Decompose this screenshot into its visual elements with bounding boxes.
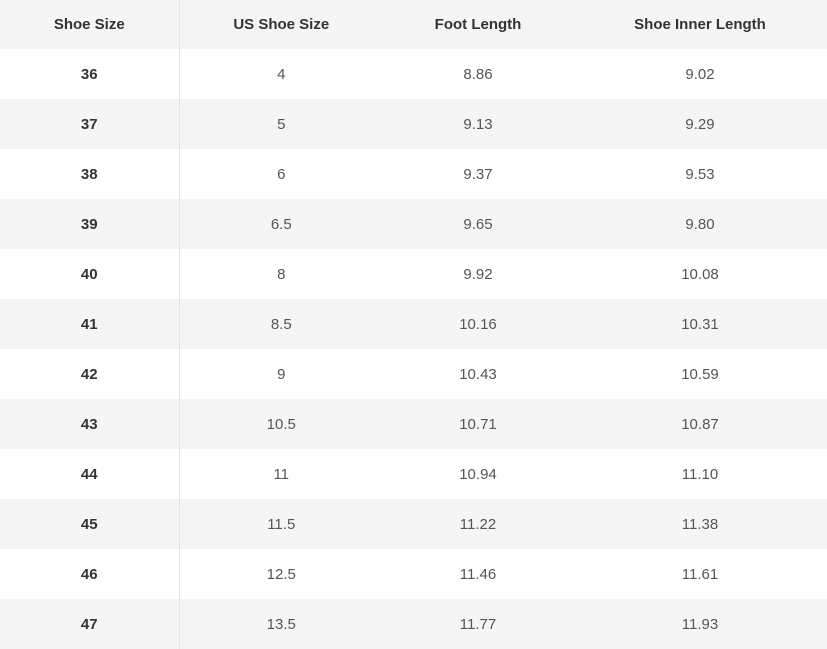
cell-shoe-size: 40: [0, 249, 180, 299]
header-shoe-inner-length: Shoe Inner Length: [573, 0, 827, 49]
cell-shoe-size: 44: [0, 449, 180, 499]
table-row: 44 11 10.94 11.10: [0, 449, 827, 499]
cell-shoe-size: 37: [0, 99, 180, 149]
cell-foot-length: 9.92: [383, 249, 573, 299]
cell-us-shoe-size: 12.5: [179, 549, 383, 599]
cell-shoe-inner-length: 9.53: [573, 149, 827, 199]
cell-shoe-inner-length: 9.02: [573, 49, 827, 99]
table-row: 39 6.5 9.65 9.80: [0, 199, 827, 249]
cell-foot-length: 10.94: [383, 449, 573, 499]
cell-foot-length: 11.22: [383, 499, 573, 549]
cell-foot-length: 11.77: [383, 599, 573, 649]
cell-us-shoe-size: 11: [179, 449, 383, 499]
cell-foot-length: 10.71: [383, 399, 573, 449]
cell-shoe-inner-length: 9.80: [573, 199, 827, 249]
cell-shoe-inner-length: 10.31: [573, 299, 827, 349]
table-header: Shoe Size US Shoe Size Foot Length Shoe …: [0, 0, 827, 49]
cell-foot-length: 10.43: [383, 349, 573, 399]
cell-shoe-inner-length: 11.93: [573, 599, 827, 649]
cell-foot-length: 10.16: [383, 299, 573, 349]
table-row: 36 4 8.86 9.02: [0, 49, 827, 99]
shoe-size-table: Shoe Size US Shoe Size Foot Length Shoe …: [0, 0, 827, 649]
header-shoe-size: Shoe Size: [0, 0, 180, 49]
table-row: 42 9 10.43 10.59: [0, 349, 827, 399]
cell-us-shoe-size: 13.5: [179, 599, 383, 649]
cell-foot-length: 9.13: [383, 99, 573, 149]
table-row: 43 10.5 10.71 10.87: [0, 399, 827, 449]
cell-shoe-inner-length: 10.59: [573, 349, 827, 399]
cell-foot-length: 9.37: [383, 149, 573, 199]
cell-shoe-inner-length: 11.10: [573, 449, 827, 499]
cell-us-shoe-size: 11.5: [179, 499, 383, 549]
cell-shoe-inner-length: 10.87: [573, 399, 827, 449]
cell-shoe-size: 45: [0, 499, 180, 549]
header-row: Shoe Size US Shoe Size Foot Length Shoe …: [0, 0, 827, 49]
table-row: 41 8.5 10.16 10.31: [0, 299, 827, 349]
table-row: 37 5 9.13 9.29: [0, 99, 827, 149]
cell-shoe-inner-length: 11.38: [573, 499, 827, 549]
cell-us-shoe-size: 8.5: [179, 299, 383, 349]
header-us-shoe-size: US Shoe Size: [179, 0, 383, 49]
cell-shoe-size: 38: [0, 149, 180, 199]
header-foot-length: Foot Length: [383, 0, 573, 49]
cell-shoe-size: 46: [0, 549, 180, 599]
cell-shoe-inner-length: 10.08: [573, 249, 827, 299]
cell-shoe-size: 36: [0, 49, 180, 99]
cell-us-shoe-size: 9: [179, 349, 383, 399]
cell-shoe-size: 43: [0, 399, 180, 449]
cell-us-shoe-size: 6: [179, 149, 383, 199]
table-body: 36 4 8.86 9.02 37 5 9.13 9.29 38 6 9.37 …: [0, 49, 827, 649]
cell-us-shoe-size: 10.5: [179, 399, 383, 449]
cell-shoe-inner-length: 9.29: [573, 99, 827, 149]
cell-shoe-size: 39: [0, 199, 180, 249]
cell-shoe-size: 41: [0, 299, 180, 349]
cell-shoe-size: 42: [0, 349, 180, 399]
table-row: 38 6 9.37 9.53: [0, 149, 827, 199]
table-row: 40 8 9.92 10.08: [0, 249, 827, 299]
table-row: 45 11.5 11.22 11.38: [0, 499, 827, 549]
cell-us-shoe-size: 6.5: [179, 199, 383, 249]
cell-shoe-size: 47: [0, 599, 180, 649]
cell-us-shoe-size: 4: [179, 49, 383, 99]
table-row: 47 13.5 11.77 11.93: [0, 599, 827, 649]
cell-foot-length: 11.46: [383, 549, 573, 599]
table-row: 46 12.5 11.46 11.61: [0, 549, 827, 599]
cell-shoe-inner-length: 11.61: [573, 549, 827, 599]
cell-foot-length: 8.86: [383, 49, 573, 99]
cell-us-shoe-size: 5: [179, 99, 383, 149]
cell-foot-length: 9.65: [383, 199, 573, 249]
cell-us-shoe-size: 8: [179, 249, 383, 299]
